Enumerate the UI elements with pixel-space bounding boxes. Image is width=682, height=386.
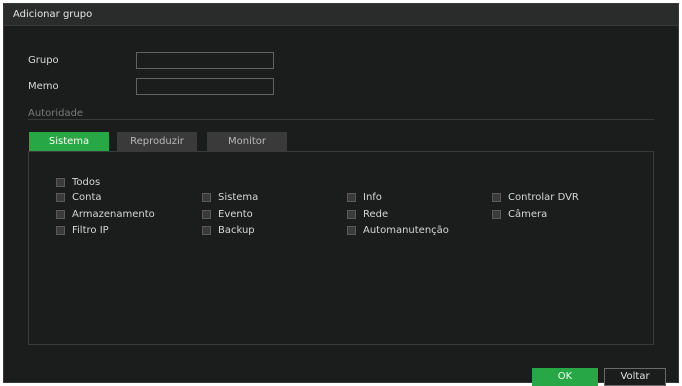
checkbox-box[interactable]	[347, 193, 356, 202]
back-button[interactable]: Voltar	[604, 368, 666, 386]
checkbox-conta[interactable]: Conta	[56, 192, 102, 203]
tab-sistema[interactable]: Sistema	[29, 132, 109, 151]
checkbox-label: Sistema	[218, 192, 259, 203]
checkbox-box[interactable]	[56, 178, 65, 187]
checkbox-box[interactable]	[202, 210, 211, 219]
checkbox-box[interactable]	[492, 210, 501, 219]
dialog-titlebar: Adicionar grupo	[4, 4, 678, 26]
checkbox-label: Armazenamento	[72, 209, 155, 220]
checkbox-box[interactable]	[56, 193, 65, 202]
dialog-title: Adicionar grupo	[13, 9, 93, 20]
checkbox-box[interactable]	[56, 210, 65, 219]
checkbox-label: Backup	[218, 225, 255, 236]
group-input[interactable]	[136, 52, 274, 69]
authority-section-label: Autoridade	[28, 108, 84, 119]
checkbox-label: Automanutenção	[363, 225, 449, 236]
checkbox-box[interactable]	[56, 226, 65, 235]
checkbox-label: Evento	[218, 209, 253, 220]
checkbox-label: Controlar DVR	[508, 192, 579, 203]
memo-input[interactable]	[136, 78, 274, 95]
tab-monitor[interactable]: Monitor	[207, 132, 287, 151]
checkbox-todos[interactable]: Todos	[56, 177, 100, 188]
ok-button[interactable]: OK	[532, 368, 598, 386]
permissions-panel: Todos Conta Sistema Info Controlar DVR A…	[28, 151, 654, 345]
checkbox-controlar-dvr[interactable]: Controlar DVR	[492, 192, 579, 203]
checkbox-automanutencao[interactable]: Automanutenção	[347, 225, 449, 236]
checkbox-info[interactable]: Info	[347, 192, 382, 203]
checkbox-evento[interactable]: Evento	[202, 209, 253, 220]
checkbox-sistema[interactable]: Sistema	[202, 192, 258, 203]
checkbox-filtro-ip[interactable]: Filtro IP	[56, 225, 109, 236]
checkbox-rede[interactable]: Rede	[347, 209, 388, 220]
checkbox-box[interactable]	[202, 226, 211, 235]
checkbox-label: Filtro IP	[72, 225, 109, 236]
memo-label: Memo	[28, 81, 59, 92]
checkbox-label: Conta	[72, 192, 102, 203]
checkbox-box[interactable]	[492, 193, 501, 202]
add-group-dialog: Adicionar grupo Grupo Memo Autoridade Si…	[3, 3, 679, 386]
checkbox-label: Todos	[72, 177, 101, 188]
checkbox-label: Rede	[363, 209, 389, 220]
checkbox-camera[interactable]: Câmera	[492, 209, 547, 220]
checkbox-backup[interactable]: Backup	[202, 225, 255, 236]
checkbox-label: Info	[363, 192, 382, 203]
group-label: Grupo	[28, 55, 59, 66]
checkbox-label: Câmera	[508, 209, 548, 220]
checkbox-box[interactable]	[347, 226, 356, 235]
checkbox-armazenamento[interactable]: Armazenamento	[56, 209, 155, 220]
authority-divider	[28, 119, 654, 120]
tab-reproduzir[interactable]: Reproduzir	[117, 132, 197, 151]
checkbox-box[interactable]	[347, 210, 356, 219]
checkbox-box[interactable]	[202, 193, 211, 202]
